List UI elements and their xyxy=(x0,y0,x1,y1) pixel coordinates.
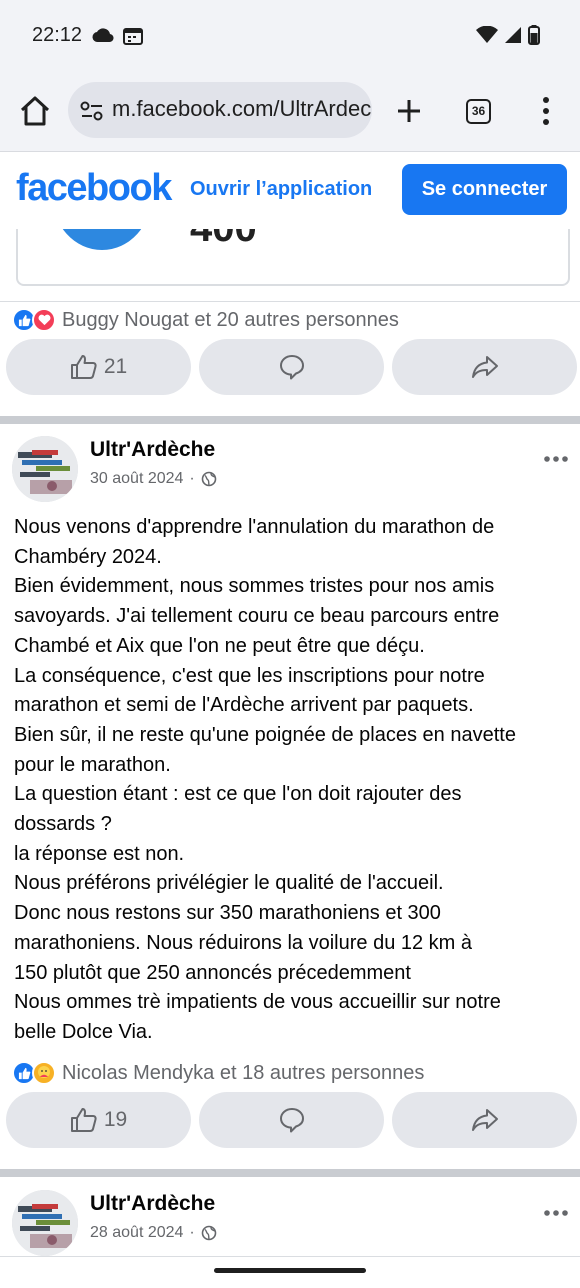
separator xyxy=(0,1256,580,1257)
comment-button[interactable] xyxy=(199,339,384,395)
share-icon xyxy=(471,1109,498,1131)
post-date[interactable]: 30 août 2024 xyxy=(90,470,183,488)
share-button[interactable] xyxy=(392,339,577,395)
home-icon[interactable] xyxy=(18,94,52,128)
post-text-line: savoyards. J'ai tellement couru ce beau … xyxy=(14,605,500,628)
like-button[interactable]: 19 xyxy=(6,1092,191,1148)
share-button[interactable] xyxy=(392,1092,577,1148)
post-text-line: marathoniens. Nous réduirons la voilure … xyxy=(14,931,473,954)
post-meta: 28 août 2024 · xyxy=(90,1224,217,1242)
page-avatar[interactable] xyxy=(12,436,78,502)
post-text-line: Nous préférons privélégier le qualité de… xyxy=(14,872,444,895)
post-text-line: Chambéry 2024. xyxy=(14,545,162,568)
post-text-line: La question étant : est ce que l'on doit… xyxy=(14,783,462,806)
thumbs-up-icon xyxy=(70,1108,97,1132)
post-actions: 19 xyxy=(6,1092,578,1148)
post-actions: 21 xyxy=(6,339,578,395)
more-horiz-icon[interactable] xyxy=(543,1208,569,1218)
globe-icon xyxy=(201,471,217,487)
post-text-line: dossards ? xyxy=(14,813,112,836)
login-button[interactable]: Se connecter xyxy=(402,164,567,215)
post-header: Ultr'Ardèche 28 août 2024 · xyxy=(0,1190,580,1260)
post-text-line: pour le marathon. xyxy=(14,753,171,776)
reactions-summary[interactable]: Buggy Nougat et 20 autres personnes xyxy=(12,305,399,335)
more-vert-icon[interactable] xyxy=(536,95,556,127)
post-text-line: 150 plutôt que 250 annoncés précedemment xyxy=(14,961,411,984)
fb-header: facebook Ouvrir l’application Se connect… xyxy=(0,153,580,229)
post-text-line: la réponse est non. xyxy=(14,842,185,865)
wifi-icon xyxy=(476,26,498,43)
reactions-text: Nicolas Mendyka et 18 autres personnes xyxy=(62,1061,425,1084)
post-text-line: Nous ommes trè impatients de vous accuei… xyxy=(14,991,501,1014)
browser-toolbar: m.facebook.com/UltrArdeche 36 xyxy=(0,70,580,152)
care-reaction-icon xyxy=(32,1061,56,1085)
share-icon xyxy=(471,356,498,378)
site-settings-icon[interactable] xyxy=(80,100,104,122)
more-horiz-icon[interactable] xyxy=(543,454,569,464)
post-text-line: marathon et semi de l'Ardèche arrivent p… xyxy=(14,694,474,717)
post-author[interactable]: Ultr'Ardèche xyxy=(90,1192,215,1216)
signal-icon xyxy=(505,27,521,43)
post-author[interactable]: Ultr'Ardèche xyxy=(90,438,215,462)
post-text-line: Nous venons d'apprendre l'annulation du … xyxy=(14,516,495,538)
post-date[interactable]: 28 août 2024 xyxy=(90,1224,183,1242)
post-text-line: La conséquence, c'est que les inscriptio… xyxy=(14,664,485,687)
post-text-line: Bien évidemment, nous sommes tristes pou… xyxy=(14,575,495,598)
meta-separator: · xyxy=(189,1224,195,1241)
post-text-line: Donc nous restons sur 350 marathoniens e… xyxy=(14,902,441,925)
post-text-line: belle Dolce Via. xyxy=(14,1020,153,1043)
status-icons xyxy=(476,25,540,45)
facebook-logo[interactable]: facebook xyxy=(16,167,172,210)
comment-icon xyxy=(279,355,304,380)
like-count: 21 xyxy=(103,355,128,378)
url-text[interactable]: m.facebook.com/UltrArdeche xyxy=(112,96,372,122)
reactions-summary[interactable]: Nicolas Mendyka et 18 autres personnes xyxy=(12,1058,424,1088)
gesture-nav-bar[interactable] xyxy=(214,1268,366,1273)
post-header: Ultr'Ardèche 30 août 2024 · xyxy=(0,436,580,506)
status-time: 22:12 xyxy=(32,24,83,46)
globe-icon xyxy=(201,1225,217,1241)
meta-separator: · xyxy=(189,470,195,487)
status-bar: 22:12 xyxy=(0,0,580,70)
like-button[interactable]: 21 xyxy=(6,339,191,395)
comment-icon xyxy=(279,1108,304,1133)
post-text-line: Chambé et Aix que l'on ne peut être que … xyxy=(14,634,425,657)
separator xyxy=(0,301,580,302)
post-meta: 30 août 2024 · xyxy=(90,470,217,488)
comment-button[interactable] xyxy=(199,1092,384,1148)
new-tab-icon[interactable] xyxy=(394,96,424,126)
reactions-text: Buggy Nougat et 20 autres personnes xyxy=(62,308,399,331)
battery-icon xyxy=(528,25,540,45)
post-divider xyxy=(0,1169,580,1177)
post-body: Nous venons d'apprendre l'annulation du … xyxy=(14,513,574,1048)
love-reaction-icon xyxy=(32,308,56,332)
post-text-line: Bien sûr, il ne reste qu'une poignée de … xyxy=(14,723,516,746)
page-avatar[interactable] xyxy=(12,1190,78,1256)
post-divider xyxy=(0,416,580,424)
thumbs-up-icon xyxy=(70,355,97,379)
like-count: 19 xyxy=(103,1108,128,1131)
tab-switcher-button[interactable]: 36 xyxy=(466,99,491,124)
address-bar[interactable]: m.facebook.com/UltrArdeche xyxy=(68,82,372,138)
calendar-icon xyxy=(123,28,143,45)
cloud-icon xyxy=(92,28,114,43)
open-app-link[interactable]: Ouvrir l’application xyxy=(190,178,372,201)
